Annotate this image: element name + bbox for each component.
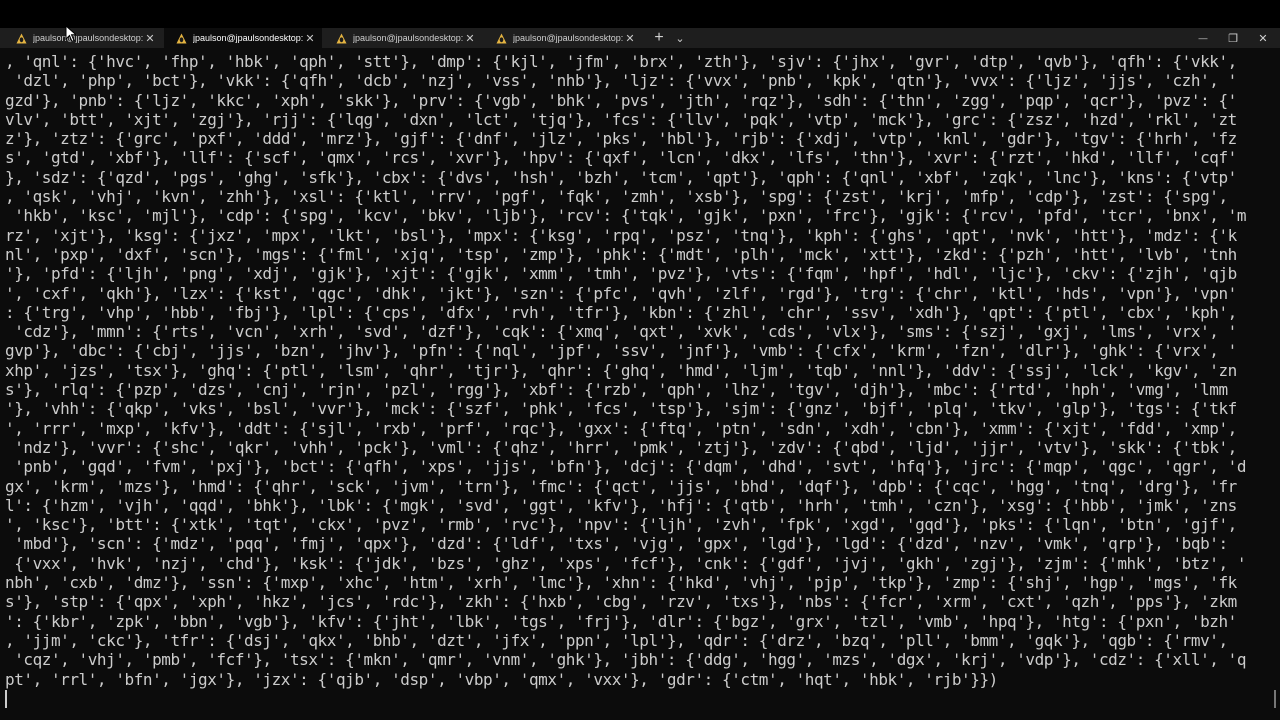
terminal-line: s'}, 'stp': {'qpx', 'xph', 'hkz', 'jcs',…: [5, 592, 1237, 612]
terminal-line: pt', 'rrl', 'bfn', 'jgx'}, 'jzx': {'qjb'…: [5, 669, 998, 689]
tab-terminal-1[interactable]: jpaulson@jpaulsondesktop: /m ✕: [4, 28, 162, 48]
terminal-line: 'cdz'}, 'mmn': {'rts', 'vcn', 'xrh', 'sv…: [5, 322, 1237, 342]
tab-title: jpaulson@jpaulsondesktop: /m: [353, 33, 463, 43]
terminal-line: l': {'hzm', 'vjh', 'qqd', 'bhk'}, 'lbk':…: [5, 495, 1237, 515]
terminal-line: 'pnb', 'gqd', 'fvm', 'pxj'}, 'bct': {'qf…: [5, 457, 1247, 477]
tab-title: jpaulson@jpaulsondesktop: /m: [513, 33, 623, 43]
mouse-pointer-icon: [65, 25, 77, 43]
terminal-line: 'hkb', 'ksc', 'mjl'}, 'cdp': {'spg', 'kc…: [5, 206, 1247, 226]
terminal-line: ', 'cxf', 'qkh'}, 'lzx': {'kst', 'qgc', …: [5, 283, 1237, 303]
terminal-line: , 'qsk', 'vhj', 'kvn', 'zhh'}, 'xsl': {'…: [5, 187, 1228, 207]
terminal-line: ', 'rrr', 'mxp', 'kfv'}, 'ddt': {'sjl', …: [5, 418, 1237, 438]
terminal-pane[interactable]: , 'qnl': {'hvc', 'fhp', 'hbk', 'qph', 's…: [0, 48, 1280, 720]
tab-dropdown-button[interactable]: ⌄: [672, 28, 688, 48]
tab-terminal-3[interactable]: jpaulson@jpaulsondesktop: /m ✕: [324, 28, 482, 48]
terminal-line: gzd'}, 'pnb': {'ljz', 'kkc', 'xph', 'skk…: [5, 90, 1237, 110]
minimize-button[interactable]: —: [1192, 28, 1214, 48]
close-tab-icon[interactable]: ✕: [143, 31, 157, 45]
close-tab-icon[interactable]: ✕: [463, 31, 477, 45]
terminal-line: rz', 'xjt'}, 'ksg': {'jxz', 'mpx', 'lkt'…: [5, 225, 1237, 245]
linux-penguin-icon: [175, 32, 187, 44]
terminal-line: 'ndz'}, 'vvr': {'shc', 'qkr', 'vhh', 'pc…: [5, 437, 1237, 457]
terminal-line: ', 'ksc'}, 'btt': {'xtk', 'tqt', 'ckx', …: [5, 515, 1237, 535]
close-tab-icon[interactable]: ✕: [303, 31, 317, 45]
tab-title: jpaulson@jpaulsondesktop: /m: [193, 33, 303, 43]
terminal-line: '}, 'vhh': {'qkp', 'vks', 'bsl', 'vvr'},…: [5, 399, 1237, 419]
terminal-line: gvp'}, 'dbc': {'cbj', 'jjs', 'bzn', 'jhv…: [5, 341, 1237, 361]
terminal-line: xhp', 'jzs', 'tsx'}, 'ghq': {'ptl', 'lsm…: [5, 360, 1237, 380]
close-tab-icon[interactable]: ✕: [623, 31, 637, 45]
terminal-line: nbh', 'cxb', 'dmz'}, 'ssn': {'mxp', 'xhc…: [5, 573, 1237, 593]
scrollbar-thumb[interactable]: [1274, 690, 1276, 708]
terminal-line: s', 'gtd', 'xbf'}, 'llf': {'scf', 'qmx',…: [5, 148, 1237, 168]
terminal-line: z'}, 'ztz': {'grc', 'pxf', 'ddd', 'mrz'}…: [5, 129, 1237, 149]
tab-title: jpaulson@jpaulsondesktop: /m: [33, 33, 143, 43]
terminal-output: , 'qnl': {'hvc', 'fhp', 'hbk', 'qph', 's…: [5, 52, 1261, 689]
terminal-line: : {'trg', 'vhp', 'hbb', 'fbj'}, 'lpl': {…: [5, 302, 1237, 322]
tab-terminal-2[interactable]: jpaulson@jpaulsondesktop: /m ✕: [164, 28, 322, 48]
terminal-line: '}, 'pfd': {'ljh', 'png', 'xdj', 'gjk'},…: [5, 264, 1237, 284]
linux-penguin-icon: [335, 32, 347, 44]
terminal-line: 'cqz', 'vhj', 'pmb', 'fcf'}, 'tsx': {'mk…: [5, 650, 1247, 670]
terminal-line: nl', 'pxp', 'dxf', 'scn'}, 'mgs': {'fml'…: [5, 244, 1237, 264]
title-bar[interactable]: [0, 0, 1280, 28]
terminal-cursor: [5, 690, 7, 708]
terminal-line: vlv', 'btt', 'xjt', 'zgj'}, 'rjj': {'lqg…: [5, 109, 1237, 129]
terminal-line: , 'jjm', 'ckc'}, 'tfr': {'dsj', 'qkx', '…: [5, 630, 1228, 650]
tab-terminal-4[interactable]: jpaulson@jpaulsondesktop: /m ✕: [484, 28, 642, 48]
terminal-line: }, 'sdz': {'qzd', 'pgs', 'ghg', 'sfk'}, …: [5, 167, 1237, 187]
terminal-line: 'dzl', 'php', 'bct'}, 'vkk': {'qfh', 'dc…: [5, 71, 1237, 91]
restore-button[interactable]: ❐: [1222, 28, 1244, 48]
terminal-line: {'vxx', 'hvk', 'nzj', 'chd'}, 'ksk': {'j…: [5, 553, 1247, 573]
terminal-line: s'}, 'rlq': {'pzp', 'dzs', 'cnj', 'rjn',…: [5, 380, 1228, 400]
terminal-line: 'mbd'}, 'scn': {'mdz', 'pqq', 'fmj', 'qp…: [5, 534, 1228, 554]
terminal-line: gx', 'krm', 'mzs'}, 'hmd': {'qhr', 'sck'…: [5, 476, 1237, 496]
terminal-line: ': {'kbr', 'zpk', 'bbn', 'vgb'}, 'kfv': …: [5, 611, 1237, 631]
terminal-line: , 'qnl': {'hvc', 'fhp', 'hbk', 'qph', 's…: [5, 52, 1237, 71]
window-close-button[interactable]: ✕: [1252, 28, 1274, 48]
new-tab-button[interactable]: +: [648, 28, 670, 48]
linux-penguin-icon: [15, 32, 27, 44]
linux-penguin-icon: [495, 32, 507, 44]
